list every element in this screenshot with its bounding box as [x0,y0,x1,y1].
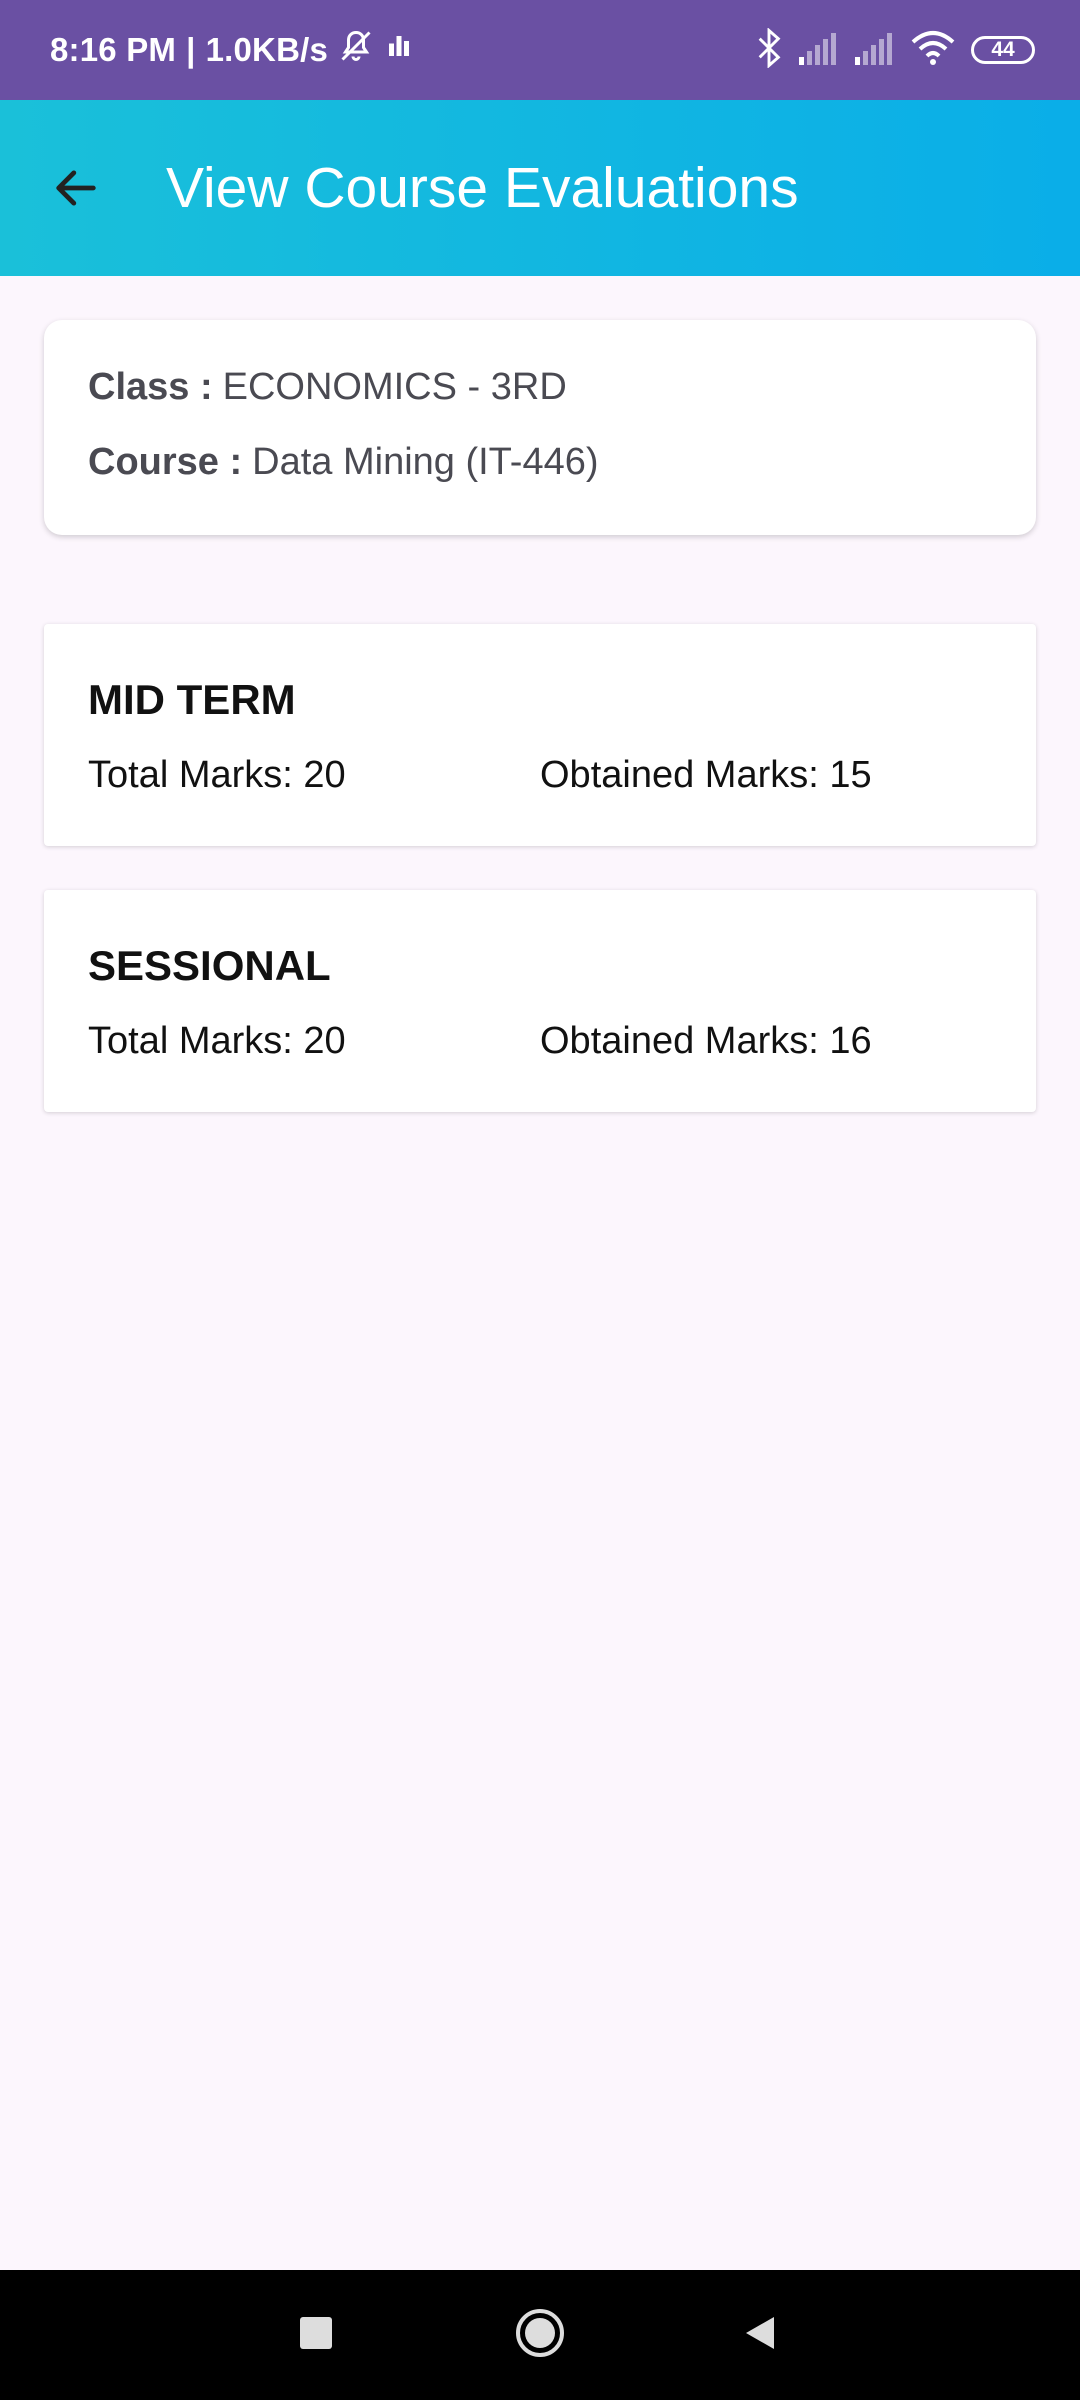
class-value: ECONOMICS - 3RD [222,366,567,408]
course-row: Course : Data Mining (IT-446) [88,441,1036,516]
back-button[interactable] [36,150,116,230]
status-right: 44 [755,0,1035,100]
wifi-icon [911,30,955,71]
arrow-left-icon [50,162,102,219]
status-separator: | [186,31,196,68]
class-row: Class : ECONOMICS - 3RD [88,366,1036,441]
page-title: View Course Evaluations [166,156,799,220]
total-marks: Total Marks: 20 [88,1020,346,1062]
battery-icon: 44 [971,36,1035,64]
class-label: Class : [88,366,213,408]
system-nav-bar [0,2270,1080,2400]
net-speed: 1.0KB/s [205,31,329,68]
home-button[interactable] [480,2270,600,2400]
evaluation-name: MID TERM [88,676,296,723]
app-bar: View Course Evaluations [0,100,1080,276]
recents-button[interactable] [256,2270,376,2400]
activity-icon [384,31,414,69]
course-value: Data Mining (IT-446) [252,441,599,483]
status-left: 8:16 PM | 1.0KB/s [50,0,414,100]
status-bar: 8:16 PM | 1.0KB/s 44 [0,0,1080,100]
nav-back-button[interactable] [700,2270,820,2400]
evaluation-name: SESSIONAL [88,942,331,989]
course-label: Course : [88,441,243,483]
evaluation-card-mid-term[interactable]: MID TERM Total Marks: 20 Obtained Marks:… [44,624,1036,846]
recents-icon [298,2315,334,2356]
obtained-marks: Obtained Marks: 15 [540,754,872,796]
evaluation-card-sessional[interactable]: SESSIONAL Total Marks: 20 Obtained Marks… [44,890,1036,1112]
mute-icon [338,28,374,72]
bluetooth-icon [755,26,783,73]
total-marks: Total Marks: 20 [88,754,346,796]
status-time: 8:16 PM [50,31,177,68]
course-info-card: Class : ECONOMICS - 3RD Course : Data Mi… [44,320,1036,535]
obtained-marks: Obtained Marks: 16 [540,1020,872,1062]
home-icon [514,2307,566,2364]
signal-icon [799,31,839,70]
signal-icon [855,31,895,70]
back-icon [740,2313,780,2358]
